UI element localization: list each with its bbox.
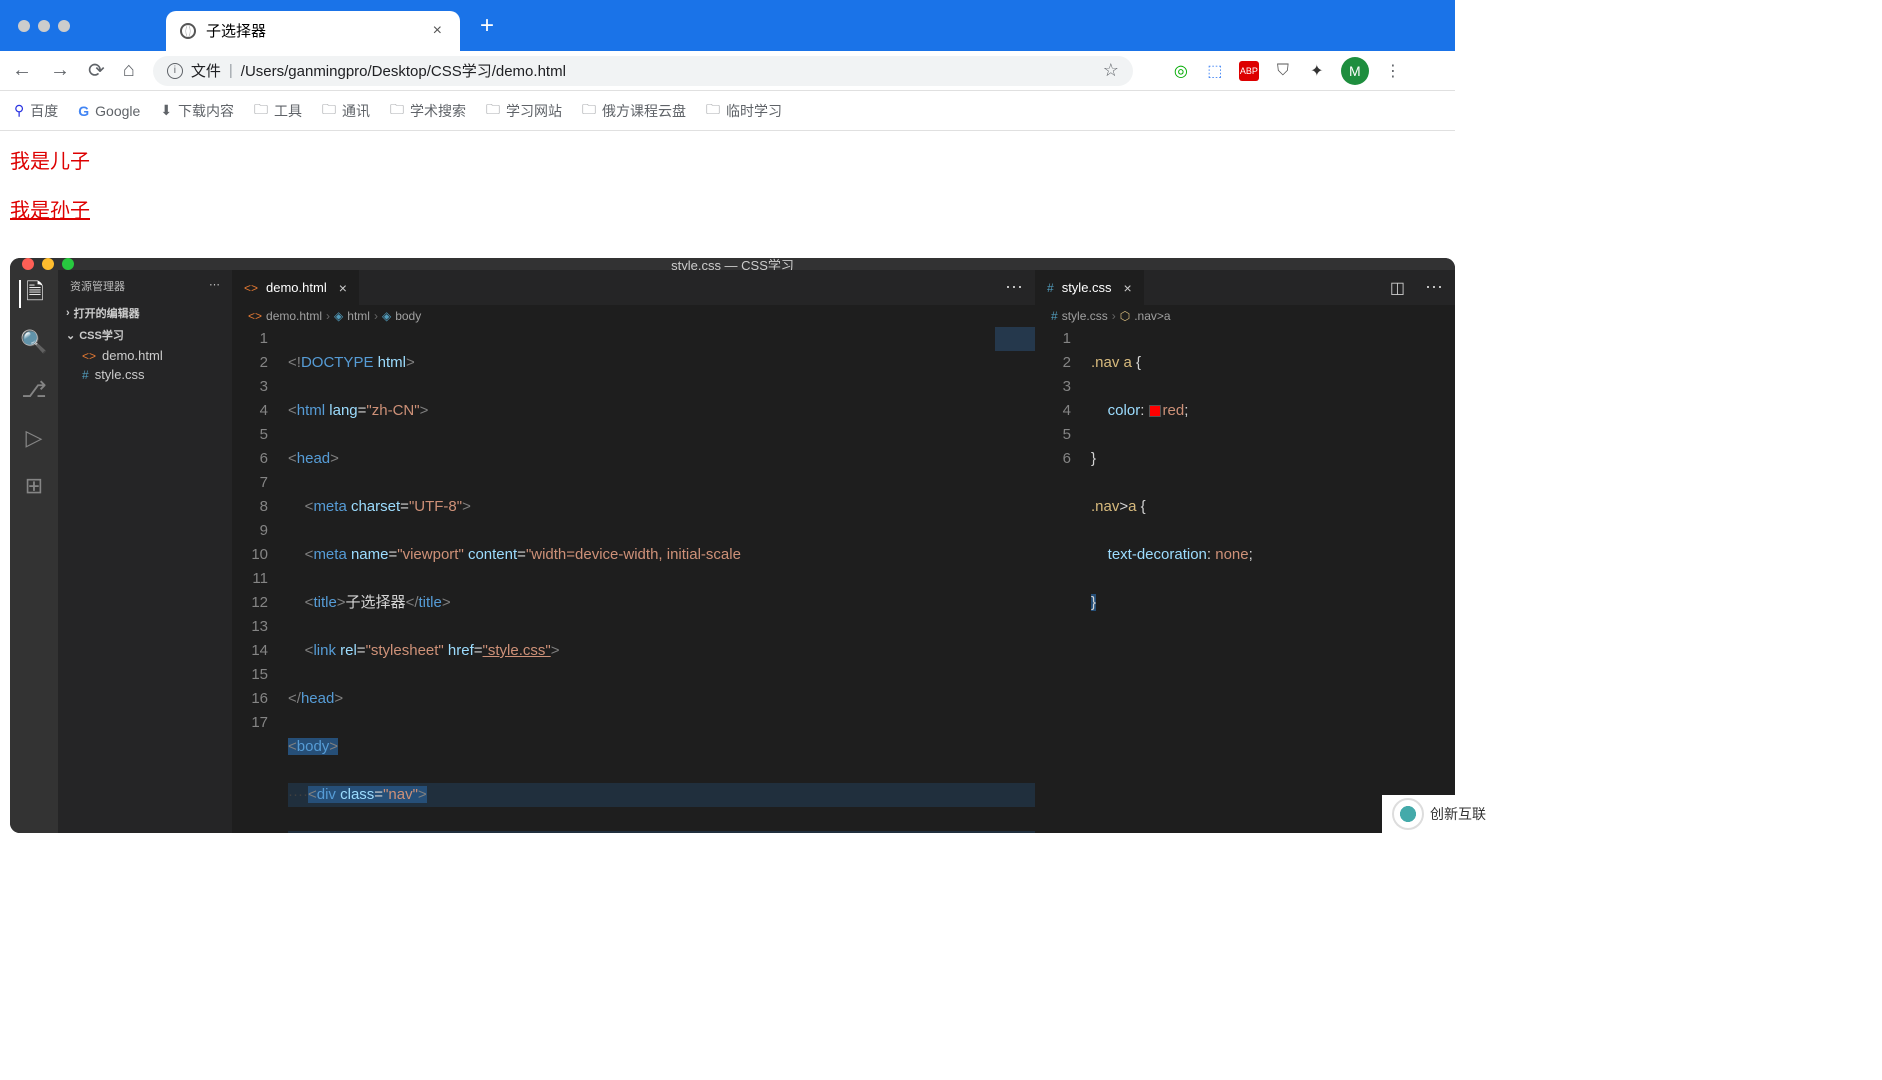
star-icon[interactable]: ☆ bbox=[1103, 60, 1119, 81]
editor-tab[interactable]: # style.css × bbox=[1035, 270, 1145, 305]
browser-tab[interactable]: 子选择器 × bbox=[166, 11, 460, 51]
file-item[interactable]: <>demo.html bbox=[58, 346, 232, 365]
bookmark-folder[interactable]: 🗀学术搜索 bbox=[390, 99, 466, 123]
folder-section[interactable]: ⌄CSS学习 bbox=[58, 324, 232, 346]
editor-tabs: <> demo.html × ⋯ bbox=[232, 270, 1035, 305]
code-area[interactable]: 123456 .nav a { color: red; } .nav>a { t… bbox=[1035, 327, 1455, 833]
activity-bar: 🗎 🔍 ⎇ ▷ ⊞ ◯ ⚙ bbox=[10, 270, 58, 833]
bookmark-item[interactable]: ⚲百度 bbox=[14, 101, 58, 121]
browser-tab-strip: 子选择器 × + bbox=[0, 0, 1455, 51]
browser-window: 子选择器 × + ← → ⟳ ⌂ i 文件 | /Users/ganmingpr… bbox=[0, 0, 1455, 250]
css-icon: # bbox=[1047, 281, 1054, 295]
split-icon[interactable]: ◫ bbox=[1382, 270, 1413, 305]
link-son[interactable]: 我是儿子 bbox=[10, 145, 1445, 174]
home-icon[interactable]: ⌂ bbox=[123, 59, 135, 82]
abp-icon[interactable]: ABP bbox=[1239, 61, 1259, 81]
watermark: 创新互联 bbox=[1382, 795, 1882, 833]
min-dot[interactable] bbox=[42, 258, 54, 270]
vscode-titlebar: style.css — CSS学习 bbox=[10, 258, 1455, 270]
editor-right: # style.css × ◫ ⋯ # style.css› ⬡ .nav>a bbox=[1035, 270, 1455, 833]
bookmark-folder[interactable]: 🗀通讯 bbox=[322, 99, 370, 123]
min-dot[interactable] bbox=[38, 20, 50, 32]
ext-icon-2[interactable]: ⛉ bbox=[1273, 61, 1293, 81]
tab-title: 子选择器 bbox=[206, 20, 429, 41]
link-grandson[interactable]: 我是孙子 bbox=[10, 194, 1445, 223]
url-field[interactable]: i 文件 | /Users/ganmingpro/Desktop/CSS学习/d… bbox=[153, 56, 1133, 86]
css-icon: # bbox=[1051, 309, 1058, 323]
code-area[interactable]: 1234567891011121314151617 <!DOCTYPE html… bbox=[232, 327, 1035, 833]
code-lines: .nav a { color: red; } .nav>a { text-dec… bbox=[1091, 327, 1455, 833]
bookmarks-bar: ⚲百度 GGoogle ⬇下载内容 🗀工具 🗀通讯 🗀学术搜索 🗀学习网站 🗀俄… bbox=[0, 91, 1455, 131]
open-editors-section[interactable]: ›打开的编辑器 bbox=[58, 302, 232, 324]
info-icon[interactable]: i bbox=[167, 63, 183, 79]
page-content: 我是儿子 我是孙子 bbox=[0, 131, 1455, 237]
window-controls bbox=[10, 20, 70, 32]
close-icon[interactable]: × bbox=[1120, 280, 1132, 296]
source-control-icon[interactable]: ⎇ bbox=[20, 376, 48, 404]
html-icon: <> bbox=[244, 281, 258, 295]
more-icon[interactable]: ⋯ bbox=[209, 278, 220, 294]
gutter: 1234567891011121314151617 bbox=[232, 327, 288, 833]
profile-avatar[interactable]: M bbox=[1341, 57, 1369, 85]
extension-icons: ◎ ⬚ ABP ⛉ ✦ M ⋮ bbox=[1171, 57, 1403, 85]
tab-close-icon[interactable]: × bbox=[429, 22, 446, 40]
back-icon[interactable]: ← bbox=[12, 59, 32, 82]
more-icon[interactable]: ⋯ bbox=[1413, 270, 1455, 305]
bookmark-folder[interactable]: 🗀学习网站 bbox=[486, 99, 562, 123]
html-icon: <> bbox=[248, 309, 262, 323]
max-dot[interactable] bbox=[62, 258, 74, 270]
reload-icon[interactable]: ⟳ bbox=[88, 58, 105, 83]
code-lines: <!DOCTYPE html> <html lang="zh-CN"> <hea… bbox=[288, 327, 1035, 833]
bookmark-item[interactable]: GGoogle bbox=[78, 103, 140, 119]
url-prefix: 文件 bbox=[191, 60, 221, 81]
close-dot[interactable] bbox=[18, 20, 30, 32]
forward-icon[interactable]: → bbox=[50, 59, 70, 82]
tag-icon: ◈ bbox=[334, 309, 343, 323]
close-icon[interactable]: × bbox=[335, 280, 347, 296]
puzzle-icon[interactable]: ✦ bbox=[1307, 61, 1327, 81]
editor-tab[interactable]: <> demo.html × bbox=[232, 270, 360, 305]
window-controls bbox=[22, 258, 74, 270]
search-icon[interactable]: 🔍 bbox=[20, 328, 48, 356]
editor-tabs: # style.css × ◫ ⋯ bbox=[1035, 270, 1455, 305]
editor-left: <> demo.html × ⋯ <> demo.html› ◈ html› ◈… bbox=[232, 270, 1035, 833]
minimap[interactable] bbox=[995, 327, 1035, 447]
tag-icon: ◈ bbox=[382, 309, 391, 323]
breadcrumb[interactable]: # style.css› ⬡ .nav>a bbox=[1035, 305, 1455, 327]
sidebar: 资源管理器 ⋯ ›打开的编辑器 ⌄CSS学习 <>demo.html #styl… bbox=[58, 270, 232, 833]
explorer-icon[interactable]: 🗎 bbox=[19, 280, 47, 308]
url-path: /Users/ganmingpro/Desktop/CSS学习/demo.htm… bbox=[241, 60, 566, 81]
chevron-right-icon: › bbox=[66, 307, 70, 319]
ext-icon[interactable]: ◎ bbox=[1171, 61, 1191, 81]
url-bar: ← → ⟳ ⌂ i 文件 | /Users/ganmingpro/Desktop… bbox=[0, 51, 1455, 91]
debug-icon[interactable]: ▷ bbox=[20, 424, 48, 452]
translate-icon[interactable]: ⬚ bbox=[1205, 61, 1225, 81]
bookmark-folder[interactable]: 🗀俄方课程云盘 bbox=[582, 99, 686, 123]
file-item[interactable]: #style.css bbox=[58, 365, 232, 384]
gutter: 123456 bbox=[1035, 327, 1091, 833]
bookmark-item[interactable]: ⬇下载内容 bbox=[160, 101, 234, 121]
bookmark-folder[interactable]: 🗀工具 bbox=[254, 99, 302, 123]
selector-icon: ⬡ bbox=[1120, 309, 1130, 323]
chevron-down-icon: ⌄ bbox=[66, 329, 75, 342]
more-icon[interactable]: ⋯ bbox=[993, 270, 1035, 305]
new-tab-button[interactable]: + bbox=[480, 12, 494, 40]
close-dot[interactable] bbox=[22, 258, 34, 270]
breadcrumb[interactable]: <> demo.html› ◈ html› ◈ body bbox=[232, 305, 1035, 327]
max-dot[interactable] bbox=[58, 20, 70, 32]
globe-icon bbox=[180, 23, 196, 39]
bookmark-folder[interactable]: 🗀临时学习 bbox=[706, 99, 782, 123]
extensions-icon[interactable]: ⊞ bbox=[20, 472, 48, 500]
watermark-logo-icon bbox=[1392, 798, 1424, 830]
vscode-window: style.css — CSS学习 🗎 🔍 ⎇ ▷ ⊞ ◯ ⚙ 资源管理器 ⋯ … bbox=[10, 258, 1455, 833]
sidebar-header: 资源管理器 ⋯ bbox=[58, 270, 232, 302]
menu-icon[interactable]: ⋮ bbox=[1383, 61, 1403, 81]
